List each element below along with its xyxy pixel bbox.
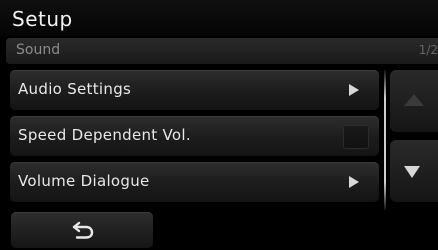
arrow-right-icon bbox=[349, 176, 359, 188]
section-label: Sound bbox=[16, 42, 61, 58]
arrow-right-icon bbox=[349, 84, 359, 96]
title-bar: Setup bbox=[0, 0, 438, 36]
triangle-down-icon bbox=[404, 166, 420, 178]
menu-item-label: Audio Settings bbox=[18, 80, 132, 98]
menu-item-audio-settings[interactable]: Audio Settings bbox=[10, 70, 379, 110]
section-header: Sound 1/2 bbox=[6, 38, 438, 64]
menu-item-volume-dialogue[interactable]: Volume Dialogue bbox=[10, 162, 379, 202]
return-arrow-icon bbox=[72, 221, 94, 239]
speed-dependent-vol-checkbox[interactable] bbox=[343, 125, 369, 149]
menu-item-label: Volume Dialogue bbox=[18, 172, 150, 190]
back-button[interactable] bbox=[11, 212, 153, 248]
scroll-down-button[interactable] bbox=[390, 140, 438, 202]
triangle-up-icon bbox=[404, 94, 424, 106]
menu-item-speed-dependent-vol[interactable]: Speed Dependent Vol. bbox=[10, 116, 379, 156]
scroll-up-button[interactable] bbox=[390, 70, 438, 132]
page-indicator: 1/2 bbox=[418, 43, 438, 57]
page-title: Setup bbox=[12, 7, 73, 31]
menu-item-label: Speed Dependent Vol. bbox=[18, 126, 191, 144]
scroll-divider bbox=[384, 70, 386, 210]
